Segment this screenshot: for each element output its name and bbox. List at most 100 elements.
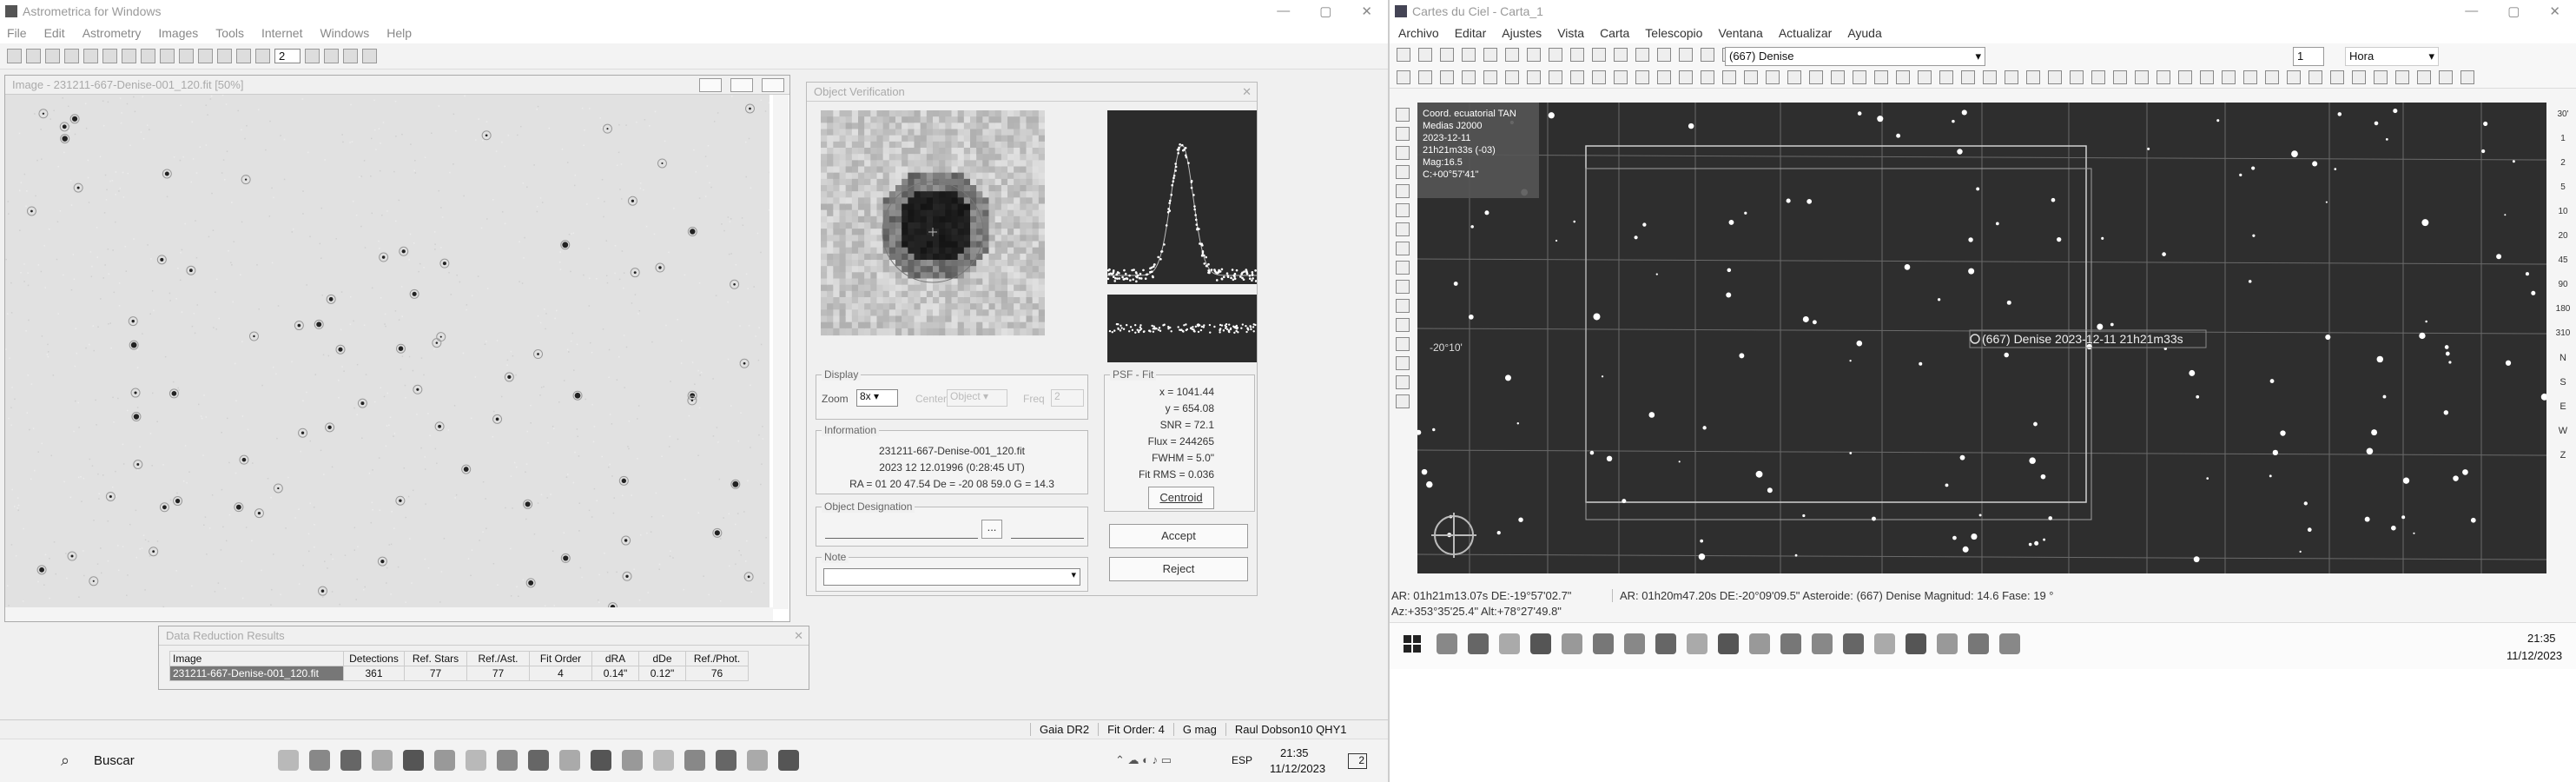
side-tool-icon[interactable] [1396,261,1410,275]
toolbar-icon[interactable] [2070,70,2084,84]
menu-astrometry[interactable]: Astrometry [83,26,142,40]
accept-button[interactable]: Accept [1109,524,1248,548]
tool-icon[interactable] [26,49,41,63]
toolbar-icon[interactable] [1635,70,1649,84]
tool-icon[interactable] [236,49,251,63]
toolbar-icon[interactable] [1853,70,1866,84]
clock-date[interactable]: 11/12/2023 [1270,762,1325,775]
toolbar-icon[interactable] [1549,70,1562,84]
minimize-icon[interactable]: — [2465,3,2478,19]
scale-label[interactable]: 10 [2550,200,2576,224]
tool-icon[interactable] [122,49,136,63]
scale-label[interactable]: 90 [2550,273,2576,297]
taskbar-app-icon[interactable] [278,750,299,771]
toolbar-icon[interactable] [1722,70,1736,84]
toolbar-icon[interactable] [1483,70,1497,84]
taskbar-app-icon[interactable] [1499,633,1520,654]
direction-label[interactable]: E [2550,394,2576,419]
toolbar-icon[interactable] [1549,48,1562,62]
toolbar-icon[interactable] [2308,70,2322,84]
taskbar-app-icon[interactable] [1999,633,2020,654]
taskbar-app-icon[interactable] [716,750,736,771]
scale-label[interactable]: 45 [2550,249,2576,273]
toolbar-icon[interactable] [2178,70,2192,84]
close-icon[interactable]: ✕ [1361,3,1372,19]
direction-label[interactable]: W [2550,419,2576,443]
tool-icon[interactable] [343,49,358,63]
toolbar-icon[interactable] [2265,70,2279,84]
toolbar-icon[interactable] [1831,70,1845,84]
maximize-button[interactable] [730,77,753,92]
side-tool-icon[interactable] [1396,394,1410,408]
taskbar-app-icon[interactable] [1812,633,1833,654]
zoom-select[interactable]: 8x ▾ [856,389,898,407]
side-tool-icon[interactable] [1396,108,1410,122]
toolbar-icon[interactable] [1527,70,1541,84]
toolbar-icon[interactable] [2287,70,2301,84]
fits-image[interactable] [5,95,769,616]
taskbar-app-icon[interactable] [1562,633,1582,654]
tool-icon[interactable] [64,49,79,63]
menu-edit[interactable]: Edit [44,26,65,40]
toolbar-icon[interactable] [1635,48,1649,62]
toolbar-icon[interactable] [2135,70,2149,84]
taskbar-app-icon[interactable] [434,750,455,771]
taskbar-app-icon[interactable] [591,750,611,771]
side-tool-icon[interactable] [1396,337,1410,351]
toolbar-icon[interactable] [1744,70,1758,84]
toolbar-icon[interactable] [1939,70,1953,84]
toolbar-icon[interactable] [1701,70,1714,84]
side-tool-icon[interactable] [1396,280,1410,294]
scale-label[interactable]: 1 [2550,127,2576,151]
taskbar-app-icon[interactable] [684,750,705,771]
scale-label[interactable]: 180 [2550,297,2576,321]
toolbar-icon[interactable] [2005,70,2018,84]
tool-icon[interactable] [45,49,60,63]
menu-images[interactable]: Images [158,26,198,40]
tool-icon[interactable] [7,49,22,63]
taskbar-app-icon[interactable] [1968,633,1989,654]
taskbar-app-icon[interactable] [1718,633,1739,654]
toolbar-icon[interactable] [1592,70,1606,84]
menu-vista[interactable]: Vista [1557,26,1584,40]
side-tool-icon[interactable] [1396,222,1410,236]
toolbar-icon[interactable] [1440,70,1454,84]
direction-label[interactable]: S [2550,370,2576,394]
designation-browse-button[interactable]: ... [981,520,1002,539]
toolbar-icon[interactable] [2243,70,2257,84]
tool-icon[interactable] [217,49,232,63]
toolbar-icon[interactable] [1983,70,1997,84]
toolbar-icon[interactable] [1570,48,1584,62]
toolbar-icon[interactable] [1874,70,1888,84]
taskbar-app-icon[interactable] [747,750,768,771]
toolbar-icon[interactable] [2157,70,2170,84]
side-tool-icon[interactable] [1396,203,1410,217]
toolbar-icon[interactable] [2395,70,2409,84]
tool-icon[interactable] [141,49,155,63]
toolbar-icon[interactable] [1397,48,1410,62]
toolbar-icon[interactable] [1679,48,1693,62]
toolbar-icon[interactable] [1440,48,1454,62]
clock-time[interactable]: 21:35 [1280,746,1309,759]
toolbar-icon[interactable] [1679,70,1693,84]
tray-icons[interactable]: ⌃ ☁ ◐ ♪ ▭ [1115,753,1172,767]
side-tool-icon[interactable] [1396,146,1410,160]
toolbar-icon[interactable] [1592,48,1606,62]
toolbar-icon[interactable] [1614,70,1628,84]
time-step-select[interactable]: Hora ▾ [2345,47,2439,66]
language-indicator[interactable]: ESP [1232,754,1252,766]
tool-icon[interactable] [324,49,339,63]
menu-tools[interactable]: Tools [215,26,244,40]
taskbar-search[interactable]: Buscar [94,753,135,768]
clock-date[interactable]: 11/12/2023 [2507,649,2562,662]
center-select[interactable]: Object ▾ [947,389,1007,407]
taskbar-app-icon[interactable] [778,750,799,771]
windows-start-icon[interactable] [1404,635,1421,653]
close-icon[interactable]: ✕ [2549,3,2560,19]
taskbar-app-icon[interactable] [403,750,424,771]
designation-input[interactable] [825,520,978,539]
search-icon[interactable]: ⌕ [61,752,69,770]
taskbar-app-icon[interactable] [559,750,580,771]
vertical-scrollbar[interactable] [773,95,789,609]
tool-icon[interactable] [255,49,270,63]
